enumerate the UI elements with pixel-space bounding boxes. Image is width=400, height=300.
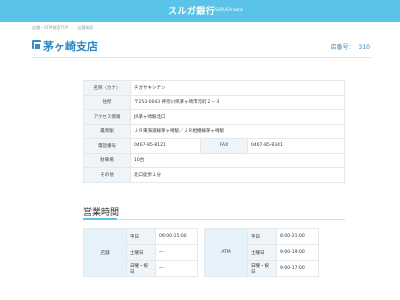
table-row: 店舗 平日 09:00-15:00 <box>83 228 198 277</box>
page-title: 茅ヶ崎支店 <box>43 40 98 53</box>
hours-time: ― <box>155 260 198 277</box>
hours-time: ― <box>155 244 198 261</box>
table-row: 住所 〒253-0043 神奈川県茅ヶ崎市元町２－３ <box>83 94 345 110</box>
info-value: チガサキシテン <box>130 80 345 96</box>
bank-logo[interactable]: スルガ銀行 <box>168 4 215 17</box>
hours-time: 9:00-19:00 <box>276 244 319 261</box>
branch-hours-head: 店舗 <box>83 228 127 277</box>
info-value: 北口徒歩１分 <box>130 167 345 183</box>
store-number-label: 店番号： <box>330 44 355 51</box>
hours-section-title: 営業時間 <box>83 208 120 218</box>
hours-time: 09:00-15:00 <box>155 228 198 245</box>
site-header: スルガ銀行 SURUGA bank <box>0 0 400 22</box>
hours-time: 8:00-21:00 <box>276 228 319 245</box>
info-label: 駐車場 <box>83 152 131 168</box>
info-label: その他 <box>83 167 131 183</box>
breadcrumb-item-top[interactable]: 店舗・ATM検索TOP <box>32 25 68 30</box>
breadcrumb-item-current: 店舗検索 <box>77 25 94 30</box>
table-row: 駐車場 10台 <box>83 152 345 168</box>
hours-day: 平日 <box>126 228 156 245</box>
bank-logo-subtitle: SURUGA bank <box>215 7 244 12</box>
info-value: JR茅ヶ崎駅北口 <box>130 109 345 125</box>
info-value: 〒253-0043 神奈川県茅ヶ崎市元町２－３ <box>130 94 345 110</box>
store-number: 店番号： 310 <box>331 42 370 51</box>
page-title-row: 茅ヶ崎支店 店番号： 310 <box>32 38 372 58</box>
table-row: その他 北口徒歩１分 <box>83 167 345 183</box>
branch-info-table: 名称（カナ） チガサキシテン 住所 〒253-0043 神奈川県茅ヶ崎市元町２－… <box>83 80 345 183</box>
hours-time: 9:00-17:00 <box>276 260 319 277</box>
breadcrumb-separator: › <box>71 25 73 30</box>
fax-value: 0467-85-8341 <box>247 138 345 154</box>
hours-day: 日曜・祝日 <box>247 260 277 277</box>
atm-hours-head: ATM <box>204 228 248 277</box>
table-row: アクセス情報 JR茅ヶ崎駅北口 <box>83 109 345 125</box>
hours-day: 日曜・祝日 <box>126 260 156 277</box>
hours-day: 土曜日 <box>247 244 277 261</box>
info-label: 電話番号 <box>83 138 131 154</box>
hours-day: 土曜日 <box>126 244 156 261</box>
info-label: 最寄駅 <box>83 123 131 139</box>
table-row: ATM 平日 8:00-21:00 <box>204 228 319 277</box>
branch-building-icon <box>32 40 41 50</box>
info-label: 名称（カナ） <box>83 80 131 96</box>
table-row: 最寄駅 ＪＲ東海道線茅ヶ崎駅／ＪＲ相模線茅ヶ崎駅 <box>83 123 345 139</box>
table-row: 名称（カナ） チガサキシテン <box>83 80 345 96</box>
store-number-value: 310 <box>358 44 370 51</box>
fax-label: FAX <box>200 138 248 154</box>
info-value: ＪＲ東海道線茅ヶ崎駅／ＪＲ相模線茅ヶ崎駅 <box>130 123 345 139</box>
info-value: 10台 <box>130 152 345 168</box>
hours-day: 平日 <box>247 228 277 245</box>
breadcrumb: 店舗・ATM検索TOP › 店舗検索 <box>32 25 96 31</box>
table-row: 電話番号 0467-85-8121 FAX 0467-85-8341 <box>83 138 345 154</box>
branch-hours-table: 店舗 平日 09:00-15:00 土曜日 ― 日曜・祝日 ― <box>83 228 198 277</box>
info-label: 住所 <box>83 94 131 110</box>
phone-value[interactable]: 0467-85-8121 <box>130 138 201 154</box>
info-label: アクセス情報 <box>83 109 131 125</box>
section-divider <box>83 218 345 220</box>
atm-hours-table: ATM 平日 8:00-21:00 土曜日 9:00-19:00 日曜・祝日 9… <box>204 228 319 277</box>
